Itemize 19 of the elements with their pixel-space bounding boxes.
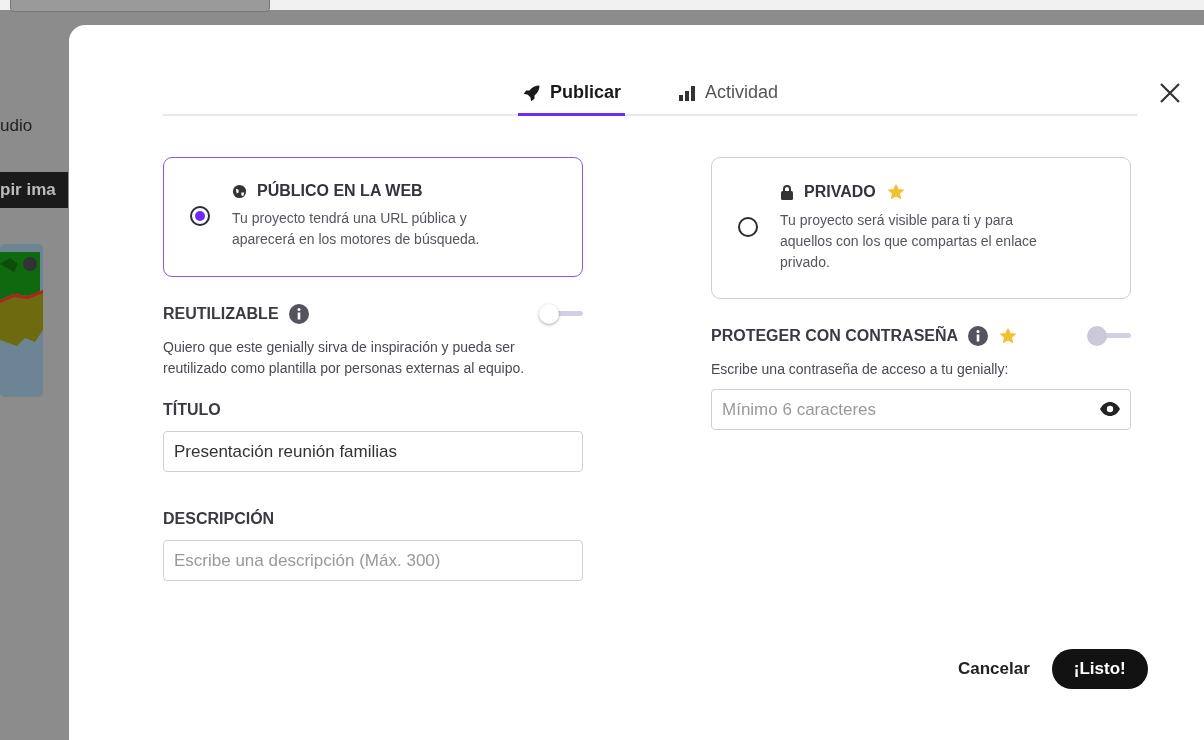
field-label: DESCRIPCIÓN (163, 510, 275, 528)
visibility-option-card[interactable]: PRIVADO Tu proyecto será visible para ti y para aquellos con los que compartas el enlace privado. (711, 157, 1131, 299)
option-title: PÚBLICO EN LA WEB (257, 182, 423, 200)
option-description: Tu proyecto será visible para ti y para aquellos con los que compartas el enlace privado. (780, 210, 1038, 272)
option-description: Tu proyecto tendrá una URL pública y aparecerá en los motores de búsqueda. (232, 209, 481, 249)
done-button[interactable]: ¡Listo! (1051, 649, 1148, 689)
option-title: PRIVADO (804, 182, 876, 201)
password-hint: Escribe una contraseña de acceso a tu genially: (711, 360, 1010, 379)
field-label: TÍTULO (163, 401, 221, 419)
section-label: REUTILIZABLE (163, 305, 279, 323)
title-field[interactable]: Presentación reunión familias (163, 431, 583, 472)
background-tab-label: udio (0, 116, 34, 136)
reusable-description: Quiero que este genially sirva de inspiración y pueda ser reutilizado como plantilla por personas externas al equipo. (163, 338, 526, 378)
description-field[interactable]: Escribe una descripción (Máx. 300) (163, 540, 583, 581)
visibility-option-card[interactable]: PÚBLICO EN LA WEB Tu proyecto tendrá una URL pública y aparecerá en los motores de búsqueda. (163, 157, 583, 277)
cancel-button[interactable]: Cancelar (956, 649, 1032, 689)
tab[interactable]: Actividad (673, 78, 783, 116)
tab[interactable]: Publicar (517, 78, 625, 116)
section-label: PROTEGER CON CONTRASEÑA (711, 327, 959, 345)
